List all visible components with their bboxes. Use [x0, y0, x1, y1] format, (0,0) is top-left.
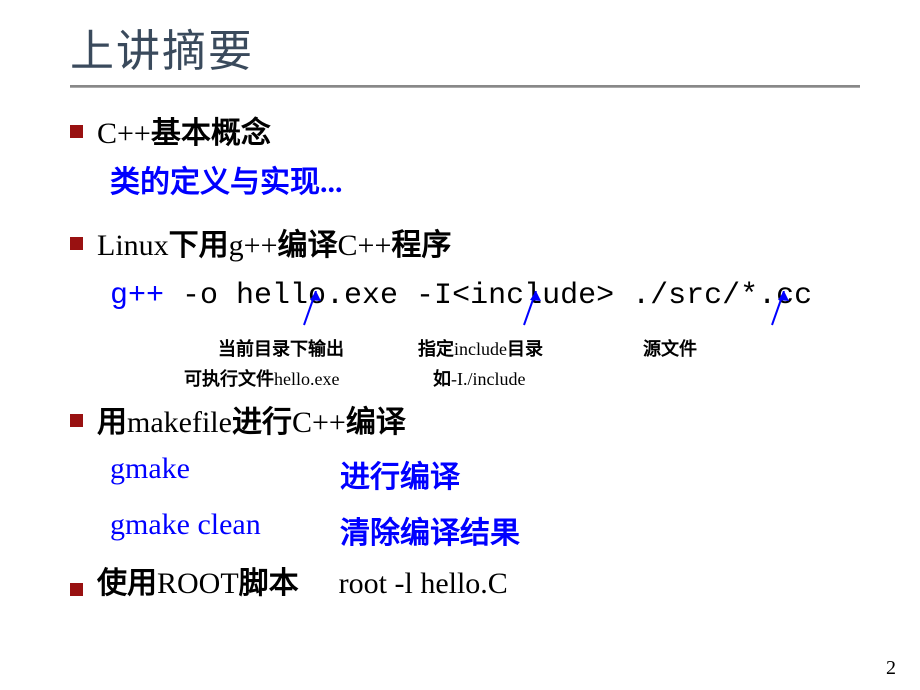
ann1: 当前目录下输出 — [218, 335, 344, 361]
b2-suffix: 程序 — [391, 229, 451, 262]
arrow-1-icon — [298, 291, 328, 331]
b3-prefix: 用 — [97, 406, 127, 439]
b2-mid1: 下用 — [169, 229, 229, 262]
title-underline — [70, 85, 860, 88]
bullet-4: 使用ROOT脚本 root -l hello.C — [70, 564, 860, 603]
b3-makefile: makefile — [127, 406, 232, 439]
b2-gpp: g++ — [229, 229, 278, 262]
compile-block: gmake 进行编译 gmake clean 清除编译结果 — [110, 452, 860, 552]
b3-mid: 进行 — [232, 406, 292, 439]
ann2b: 如-I./include — [433, 365, 525, 391]
annotation-block: 当前目录下输出 指定include目录 源文件 可执行文件hello.exe 如… — [168, 313, 860, 393]
code-line: g++ -o hello.exe -I<include> ./src/*.cc — [110, 279, 860, 313]
b1-prefix: C++ — [97, 117, 151, 150]
b2-mid2: 编译 — [278, 229, 338, 262]
b2-linux: Linux — [97, 229, 169, 262]
gmake-desc: 进行编译 — [340, 452, 460, 496]
bullet-square-icon — [70, 125, 83, 138]
sub1: 类的定义与实现... — [110, 163, 860, 202]
b4-root: ROOT — [157, 567, 239, 600]
bullet-square-icon — [70, 583, 83, 596]
b4-prefix: 使用 — [97, 567, 157, 600]
b3-suffix: 编译 — [346, 406, 406, 439]
b3-cpp: C++ — [292, 406, 346, 439]
code-rest: -o hello.exe -I<include> ./src/*.cc — [164, 279, 812, 313]
page-number: 2 — [886, 657, 896, 680]
code-gpp: g++ — [110, 279, 164, 313]
bullet-1: C++基本概念 — [70, 114, 860, 153]
bullet-square-icon — [70, 414, 83, 427]
bullet-3: 用makefile进行C++编译 — [70, 403, 860, 442]
content-area: C++基本概念 类的定义与实现... Linux下用g++编译C++程序 g++… — [60, 114, 860, 603]
arrow-2-icon — [518, 291, 548, 331]
ann1b: 可执行文件hello.exe — [184, 365, 339, 391]
slide-title: 上讲摘要 — [70, 15, 860, 79]
root-cmd: root -l hello.C — [339, 567, 508, 601]
b1-suffix: 基本概念 — [151, 117, 271, 150]
ann3: 源文件 — [643, 335, 697, 361]
arrow-3-icon — [766, 291, 796, 331]
b4-suffix: 脚本 — [239, 567, 299, 600]
ann2: 指定include目录 — [418, 335, 543, 361]
b2-cpp: C++ — [338, 229, 392, 262]
bullet-square-icon — [70, 237, 83, 250]
gmake-clean-cmd: gmake clean — [110, 508, 340, 552]
gmake-clean-desc: 清除编译结果 — [340, 508, 520, 552]
bullet-2: Linux下用g++编译C++程序 — [70, 226, 860, 265]
gmake-cmd: gmake — [110, 452, 340, 496]
